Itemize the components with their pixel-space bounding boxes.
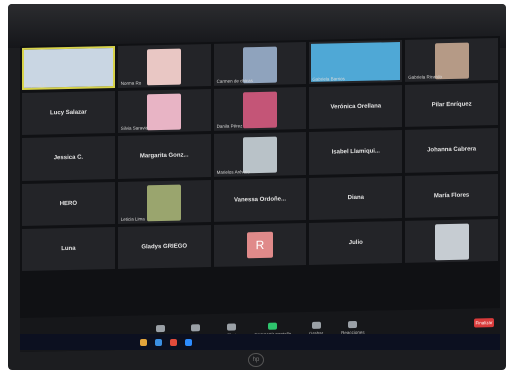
participant-name: Luna <box>61 245 76 252</box>
participant-name: Gladys GRIEGO <box>141 243 188 251</box>
participant-tile[interactable]: Luna <box>22 226 115 271</box>
participant-tile[interactable] <box>405 218 498 263</box>
mic-icon <box>155 324 165 333</box>
participant-tile[interactable]: Carmen de chicas <box>213 42 307 87</box>
participant-tile[interactable]: R <box>213 222 307 267</box>
participant-tile[interactable]: HERO <box>22 181 115 226</box>
record-icon <box>311 321 321 329</box>
participant-caption: Silvia Saravia <box>120 125 149 132</box>
participant-tile[interactable]: Jessica C. <box>22 136 115 181</box>
participant-tile[interactable]: Danila Pérez <box>213 87 307 132</box>
video-feed <box>147 93 182 131</box>
participant-name: Julio <box>348 239 363 246</box>
participant-caption: Gabriela Barrios <box>312 76 345 83</box>
participant-caption: Carmen de chicas <box>216 78 253 85</box>
participant-name: Vanessa Ordoñe... <box>233 196 286 204</box>
participant-tile[interactable]: Margarita Gonz... <box>117 134 211 179</box>
participants-icon <box>191 324 201 332</box>
chat-icon <box>227 323 237 331</box>
video-feed <box>147 48 182 86</box>
participant-name: María Flores <box>433 192 470 199</box>
hp-logo-icon: hp <box>248 353 264 367</box>
folder-icon[interactable] <box>140 338 147 346</box>
browser-icon[interactable] <box>155 338 162 346</box>
participant-caption: Marielos Arévalo <box>216 168 250 175</box>
zoom-icon[interactable] <box>185 338 192 346</box>
reactions-icon <box>348 320 358 329</box>
participant-tile[interactable]: Gladys GRIEGO <box>117 224 211 269</box>
participant-caption: Gabriela Ricardo <box>408 74 442 81</box>
participant-name: Pilar Enríquez <box>431 101 472 109</box>
participant-caption: Norma Ro <box>120 80 142 87</box>
end-meeting-button[interactable]: Finalizar <box>474 318 494 328</box>
participant-caption: Eugenia D. <box>25 82 48 89</box>
participant-name: Margarita Gonz... <box>139 152 189 160</box>
participant-name: Verónica Orellana <box>330 103 382 111</box>
video-feed <box>242 91 277 129</box>
video-feed <box>147 184 182 221</box>
participant-tile[interactable]: Eugenia D. <box>22 46 115 91</box>
participant-caption: Leticia Lima <box>120 216 145 222</box>
gallery-grid: Eugenia D. Norma Ro Carmen de chicas Gabrie… <box>22 37 498 316</box>
participant-tile[interactable]: Gabriela Barrios <box>309 39 403 85</box>
participant-tile[interactable]: Diana <box>309 175 403 220</box>
participant-name: HERO <box>59 200 78 207</box>
avatar: R <box>246 231 273 258</box>
participant-name: Jessica C. <box>53 155 84 162</box>
participant-tile[interactable]: Gabriela Ricardo <box>405 37 498 83</box>
participant-tile[interactable]: Julio <box>309 220 403 265</box>
app-icon[interactable] <box>170 338 177 346</box>
participant-tile[interactable]: María Flores <box>405 173 498 218</box>
laptop-frame: Eugenia D. Norma Ro Carmen de chicas Gabrie… <box>8 4 506 370</box>
participant-tile[interactable]: Verónica Orellana <box>309 85 403 130</box>
share-screen-icon <box>268 322 278 330</box>
video-feed <box>434 223 469 260</box>
participant-tile[interactable]: Vanessa Ordoñe... <box>213 177 307 222</box>
participant-tile[interactable]: Leticia Lima <box>117 179 211 224</box>
participant-tile[interactable]: Pilar Enríquez <box>405 83 498 128</box>
participant-tile[interactable]: Silvia Saravia <box>117 89 211 134</box>
participant-tile[interactable]: Lucy Salazar <box>22 91 115 136</box>
participant-name: Lucy Salazar <box>50 109 87 117</box>
os-taskbar <box>20 334 500 350</box>
participant-tile[interactable]: Marielos Arévalo <box>213 132 307 177</box>
participant-name: Diana <box>347 194 364 201</box>
participant-name: Johanna Cabrera <box>427 146 477 154</box>
participant-caption: Danila Pérez <box>216 123 243 130</box>
participant-name: Isabel Llamiqui... <box>331 148 380 156</box>
zoom-meeting-window: Eugenia D. Norma Ro Carmen de chicas Gabrie… <box>20 35 500 352</box>
participant-tile[interactable]: Johanna Cabrera <box>405 128 498 173</box>
participant-tile[interactable]: Isabel Llamiqui... <box>309 130 403 175</box>
participant-tile[interactable]: Norma Ro <box>117 44 211 89</box>
